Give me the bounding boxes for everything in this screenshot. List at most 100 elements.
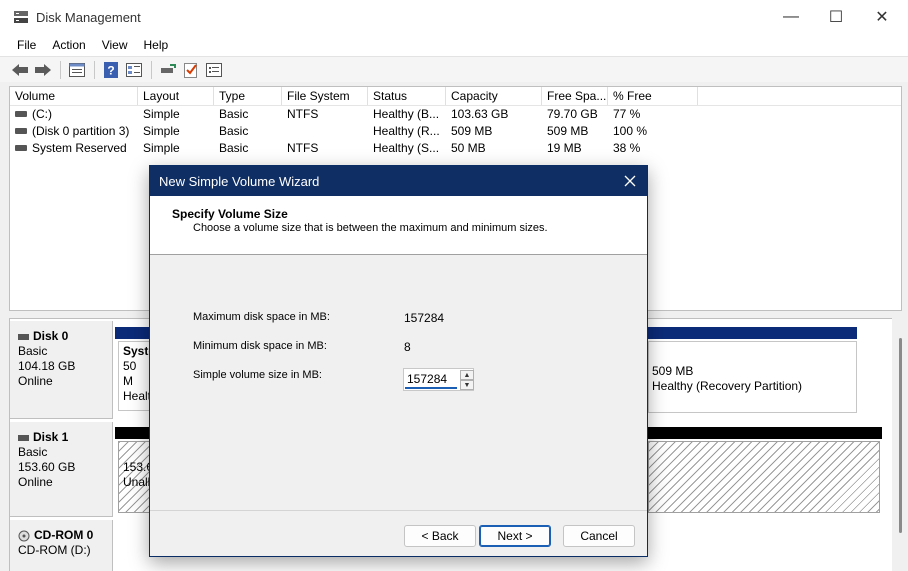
type-cell: Basic — [219, 124, 249, 138]
partition-unallocated-area[interactable] — [648, 441, 880, 513]
column-status[interactable]: Status — [368, 87, 446, 105]
capacity-cell: 509 MB — [451, 124, 493, 138]
min-space-label: Minimum disk space in MB: — [193, 340, 327, 352]
layout-cell: Simple — [143, 141, 180, 155]
disk-type: Basic — [18, 344, 48, 358]
properties-icon[interactable] — [66, 59, 88, 81]
cdrom-name: CD-ROM 0 — [34, 528, 94, 542]
dialog-heading: Specify Volume Size — [172, 207, 288, 221]
layout-cell: Simple — [143, 124, 180, 138]
back-button[interactable]: < Back — [404, 525, 476, 547]
partition-size: 50 M — [123, 359, 137, 388]
disk-state: Online — [18, 374, 53, 388]
disk-type: Basic — [18, 445, 48, 459]
partition-recovery[interactable]: 509 MB Healthy (Recovery Partition) — [648, 341, 857, 413]
column-capacity[interactable]: Capacity — [446, 87, 542, 105]
volume-icon — [15, 127, 27, 134]
disk-map-scrollbar[interactable] — [892, 318, 908, 571]
close-button[interactable]: ✕ — [859, 0, 905, 34]
dialog-subheading: Choose a volume size that is between the… — [193, 222, 548, 234]
dialog-close-button[interactable] — [619, 170, 641, 192]
status-cell: Healthy (B... — [373, 107, 440, 121]
percent-free-cell: 38 % — [613, 141, 641, 155]
type-cell: Basic — [219, 107, 249, 121]
column-free-space[interactable]: Free Spa... — [542, 87, 608, 105]
capacity-cell: 103.63 GB — [451, 107, 509, 121]
menu-help[interactable]: Help — [136, 35, 177, 55]
volume-icon — [15, 110, 27, 117]
toolbar-separator — [60, 60, 61, 79]
disk-icon — [18, 333, 29, 340]
dialog-header: Specify Volume Size Choose a volume size… — [150, 196, 647, 255]
disk-name: Disk 0 — [33, 329, 69, 343]
column-file-system[interactable]: File System — [282, 87, 368, 105]
disk-management-icon — [14, 11, 28, 23]
menu-action[interactable]: Action — [44, 35, 93, 55]
partition-header-bar — [115, 327, 150, 339]
spin-up-button[interactable]: ▲ — [460, 370, 474, 380]
maximize-button[interactable]: ☐ — [813, 0, 859, 34]
status-cell: Healthy (S... — [373, 141, 440, 155]
column-layout[interactable]: Layout — [138, 87, 214, 105]
disk-1-label[interactable]: Disk 1 Basic 153.60 GB Online — [10, 422, 113, 517]
svg-text:?: ? — [107, 63, 114, 77]
connect-disk-icon[interactable] — [157, 59, 179, 81]
spin-down-button[interactable]: ▼ — [460, 380, 474, 390]
disk-size: 104.18 GB — [18, 359, 76, 373]
toolbar: ? — [0, 56, 908, 82]
capacity-cell: 50 MB — [451, 141, 486, 155]
dialog-footer-divider — [150, 510, 647, 511]
check-icon[interactable] — [180, 59, 202, 81]
partition-header-bar — [115, 427, 150, 439]
column-type[interactable]: Type — [214, 87, 282, 105]
disk-name: Disk 1 — [33, 430, 69, 444]
free-space-cell: 19 MB — [547, 141, 582, 155]
partition-unallocated[interactable]: 153.60 Unall — [118, 441, 150, 513]
dialog-title-bar: New Simple Volume Wizard — [150, 166, 647, 196]
scrollbar-thumb[interactable] — [899, 338, 902, 533]
partition-status: Unall — [123, 475, 150, 489]
volume-icon — [15, 144, 27, 151]
menu-view[interactable]: View — [94, 35, 136, 55]
partition-header-bar — [648, 427, 882, 439]
partition-name: Syste — [123, 344, 149, 358]
partition-system-reserved[interactable]: Syste 50 M Healt — [118, 341, 150, 411]
volume-list-header: Volume Layout Type File System Status Ca… — [10, 87, 901, 106]
minimize-button[interactable]: — — [768, 0, 814, 34]
list-view-icon[interactable] — [123, 59, 145, 81]
partition-size: 509 MB — [652, 364, 694, 378]
back-arrow-icon[interactable] — [9, 59, 31, 81]
next-button[interactable]: Next > — [479, 525, 551, 547]
toolbar-separator — [94, 60, 95, 79]
title-bar: Disk Management — ☐ ✕ — [0, 0, 908, 34]
toolbar-separator — [151, 60, 152, 79]
column-volume[interactable]: Volume — [10, 87, 138, 105]
new-simple-volume-wizard: New Simple Volume Wizard Specify Volume … — [149, 165, 648, 557]
free-space-cell: 509 MB — [547, 124, 589, 138]
volume-name: (C:) — [32, 107, 52, 121]
file-system-cell — [282, 123, 368, 140]
disk-icon — [18, 434, 29, 441]
free-space-cell: 79.70 GB — [547, 107, 598, 121]
forward-arrow-icon[interactable] — [32, 59, 54, 81]
volume-name: (Disk 0 partition 3) — [32, 124, 130, 138]
window-title: Disk Management — [36, 10, 141, 25]
help-icon[interactable]: ? — [100, 59, 122, 81]
disk-state: Online — [18, 475, 53, 489]
volume-size-input[interactable] — [405, 370, 457, 389]
percent-free-cell: 77 % — [613, 107, 641, 121]
cancel-button[interactable]: Cancel — [563, 525, 635, 547]
disk-0-label[interactable]: Disk 0 Basic 104.18 GB Online — [10, 321, 113, 419]
settings-panel-icon[interactable] — [203, 59, 225, 81]
cdrom-label[interactable]: CD-ROM 0 CD-ROM (D:) — [10, 520, 113, 571]
table-row[interactable]: (C:) Simple Basic NTFS Healthy (B... 103… — [10, 106, 901, 123]
menu-file[interactable]: File — [9, 35, 44, 55]
status-cell: Healthy (R... — [373, 124, 440, 138]
menu-bar: File Action View Help — [0, 34, 908, 56]
table-row[interactable]: (Disk 0 partition 3) Simple Basic Health… — [10, 123, 901, 140]
layout-cell: Simple — [143, 107, 180, 121]
volume-name: System Reserved — [32, 141, 127, 155]
partition-status: Healthy (Recovery Partition) — [652, 379, 803, 393]
column-percent-free[interactable]: % Free — [608, 87, 698, 105]
table-row[interactable]: System Reserved Simple Basic NTFS Health… — [10, 140, 901, 157]
